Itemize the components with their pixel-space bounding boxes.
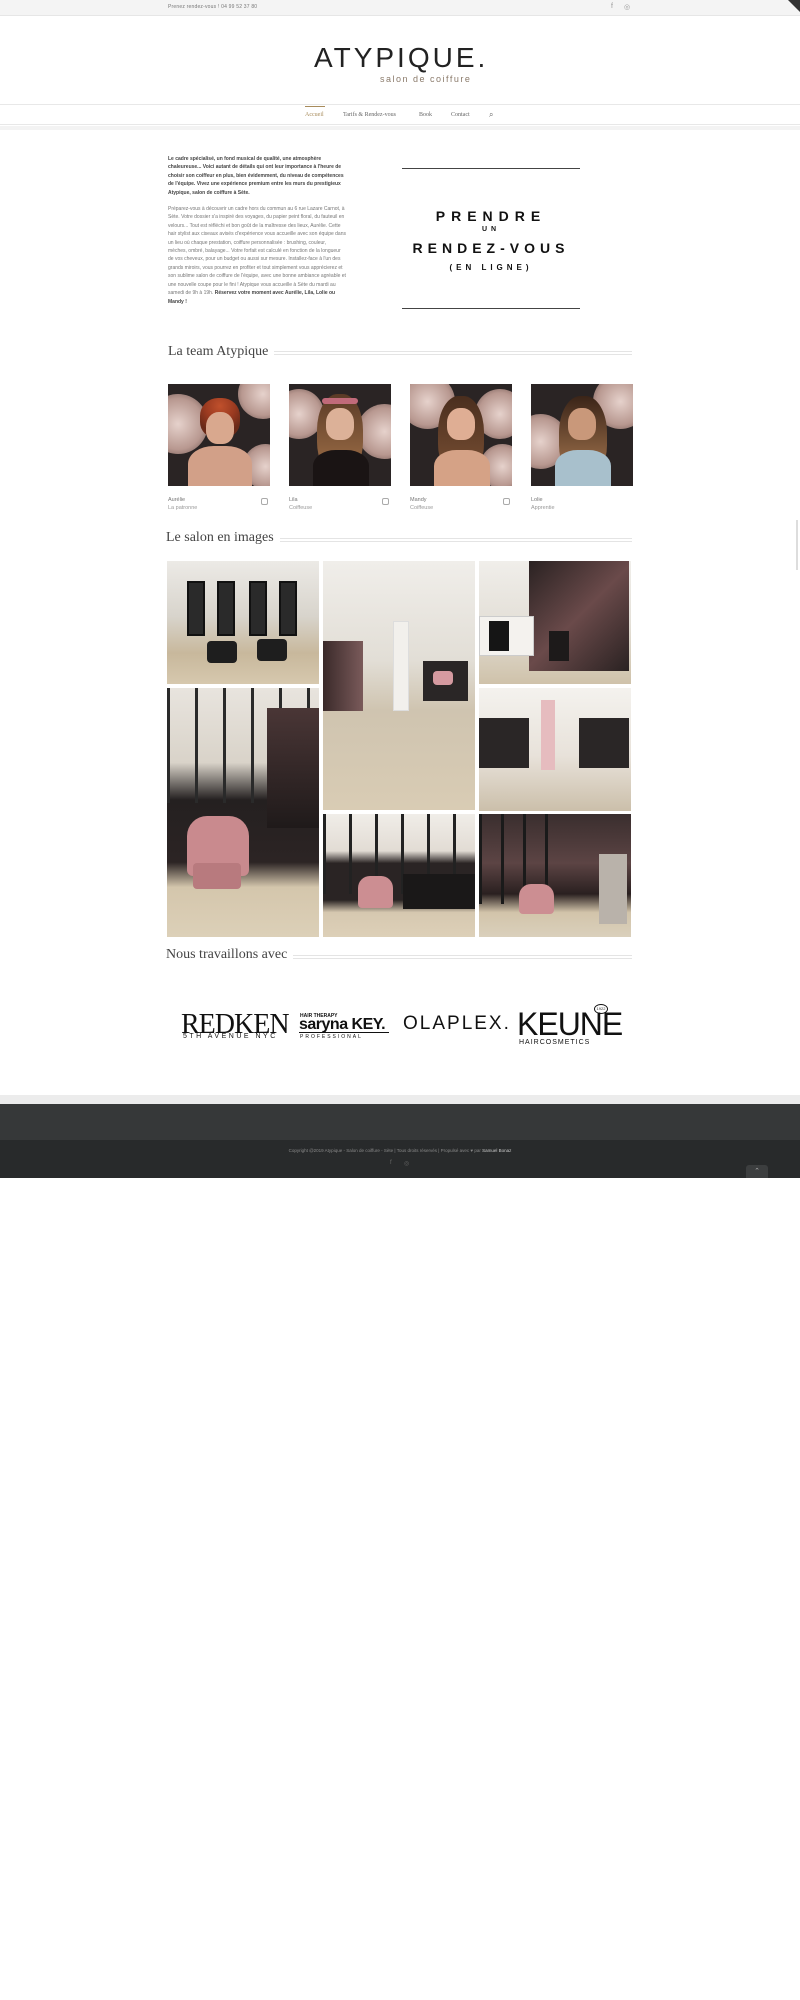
corner-toggle[interactable] <box>788 0 800 12</box>
gallery-title: Le salon en images <box>166 530 280 546</box>
team-member: Lolie Apprentie <box>531 384 633 511</box>
appointment-bottom-rule <box>402 308 580 309</box>
phone-text: Prenez rendez-vous ! 04 99 52 37 80 <box>168 4 258 10</box>
member-role: Apprentie <box>531 505 555 511</box>
member-role: Coiffeuse <box>289 505 313 511</box>
partners-title: Nous travaillons avec <box>166 947 294 963</box>
member-name: Lila <box>289 497 298 503</box>
gallery-image[interactable] <box>167 561 319 684</box>
gallery-image[interactable] <box>479 814 631 937</box>
header: ATYPIQUE. salon de coiffure <box>0 16 800 105</box>
member-name: Mandy <box>410 497 427 503</box>
copyright-bar: Copyright @2019 Atypique - Salon de coif… <box>0 1140 800 1178</box>
gallery-image[interactable] <box>323 814 475 937</box>
site-logo[interactable]: ATYPIQUE. <box>314 42 488 74</box>
member-photo <box>289 384 391 486</box>
intro-body: Préparez-vous à découvrir un cadre hors … <box>168 206 346 305</box>
gallery-image[interactable] <box>323 561 475 810</box>
appointment-button[interactable]: PRENDRE UN RENDEZ-VOUS (EN LIGNE) <box>402 168 580 309</box>
nav-item-book[interactable]: Book <box>419 112 432 118</box>
instagram-icon[interactable] <box>382 498 389 505</box>
facebook-icon[interactable]: f <box>611 3 613 10</box>
nav-item-contact[interactable]: Contact <box>451 112 470 118</box>
team-member: Lila Coiffeuse <box>289 384 391 511</box>
main-nav: Accueil Tarifs & Rendez-vous Book Contac… <box>0 106 800 125</box>
gallery-image[interactable] <box>479 561 631 684</box>
team-title: La team Atypique <box>168 344 275 360</box>
active-indicator <box>305 106 325 107</box>
footer-separator <box>0 1095 800 1104</box>
instagram-icon[interactable]: ◎ <box>404 1160 409 1167</box>
appointment-line2: UN <box>481 226 501 233</box>
redken-logo-sub: 5TH AVENUE NYC <box>183 1033 278 1040</box>
gallery-image[interactable] <box>479 688 631 811</box>
partner-logos: REDKEN 5TH AVENUE NYC HAIR THERAPY saryn… <box>0 1000 800 1060</box>
member-photo <box>410 384 512 486</box>
member-photo <box>531 384 633 486</box>
back-to-top-button[interactable]: ⌃ <box>746 1165 768 1178</box>
instagram-icon[interactable] <box>503 498 510 505</box>
intro-bold: Le cadre spécialisé, un fond musical de … <box>168 156 344 196</box>
team-member: Aurélie La patronne <box>168 384 270 511</box>
olaplex-logo: OLAPLEX. <box>403 1013 511 1034</box>
member-photo <box>168 384 270 486</box>
nav-shadow <box>0 126 800 130</box>
nav-item-tarifs[interactable]: Tarifs & Rendez-vous <box>343 112 396 118</box>
member-name: Lolie <box>531 497 543 503</box>
appointment-top-rule <box>402 168 580 169</box>
appointment-line3: RENDEZ-VOUS <box>412 240 570 256</box>
instagram-icon[interactable]: ◎ <box>624 3 630 11</box>
appointment-line4: (EN LIGNE) <box>449 263 533 272</box>
copyright-text: Copyright @2019 Atypique - Salon de coif… <box>288 1148 512 1153</box>
member-name: Aurélie <box>168 497 186 503</box>
footer-widgets <box>0 1104 800 1140</box>
key-logo-sub: PROFESSIONAL <box>300 1034 363 1040</box>
gallery-image[interactable] <box>167 688 319 937</box>
appointment-line1: PRENDRE <box>435 208 547 224</box>
keune-logo-sub: HAIRCOSMETICS <box>519 1039 591 1046</box>
intro-text: Le cadre spécialisé, un fond musical de … <box>168 155 346 314</box>
nav-item-accueil[interactable]: Accueil <box>305 112 324 118</box>
team-member: Mandy Coiffeuse <box>410 384 512 511</box>
member-role: La patronne <box>168 505 198 511</box>
search-icon[interactable]: ⌕ <box>489 110 493 120</box>
facebook-icon[interactable]: f <box>390 1160 392 1166</box>
instagram-icon[interactable] <box>261 498 268 505</box>
keune-badge: 1922 <box>594 1004 608 1014</box>
site-tagline: salon de coiffure <box>380 74 472 84</box>
scrollbar[interactable] <box>796 520 798 570</box>
member-role: Coiffeuse <box>410 505 434 511</box>
author-link[interactable]: Samuel Bonaz <box>482 1148 511 1153</box>
top-bar: Prenez rendez-vous ! 04 99 52 37 80 f ◎ <box>0 0 800 16</box>
